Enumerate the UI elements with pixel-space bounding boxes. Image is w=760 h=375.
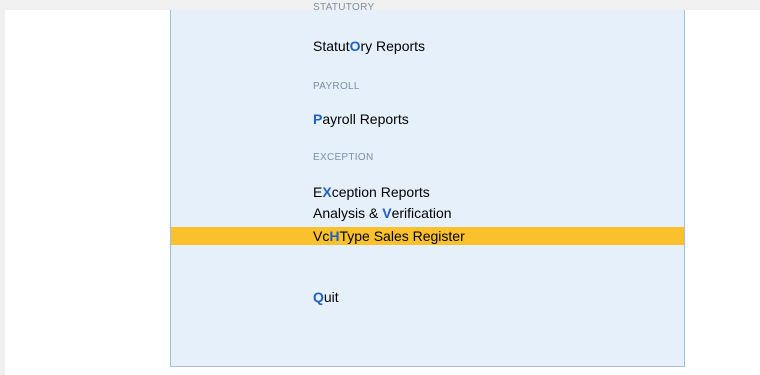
menu-item-statutory-reports[interactable]: StatutOry Reports: [171, 38, 684, 54]
section-header-payroll: PAYROLL: [313, 81, 360, 92]
menu-item-label: Type Sales Register: [339, 228, 465, 244]
menu-item-label: ception Reports: [331, 184, 430, 200]
hotkey-letter: P: [313, 111, 323, 127]
hotkey-letter: V: [382, 205, 392, 221]
menu-item-vchtype-sales-register[interactable]: VcHType Sales Register: [171, 227, 684, 245]
section-header-statutory: STATUTORY: [313, 2, 375, 13]
hotkey-letter: Q: [313, 289, 324, 305]
menu-item-quit[interactable]: Quit: [171, 289, 684, 305]
menu-item-label: ry Reports: [360, 38, 426, 54]
menu-item-analysis-verification[interactable]: Analysis & Verification: [171, 205, 684, 221]
menu-item-label: Analysis &: [313, 205, 383, 221]
menu-item-label: E: [313, 184, 323, 200]
menu-item-label: ayroll Reports: [322, 111, 409, 127]
menu-item-label: Vc: [313, 228, 330, 244]
menu-item-label: uit: [323, 289, 339, 305]
menu-item-payroll-reports[interactable]: Payroll Reports: [171, 111, 684, 127]
menu-item-exception-reports[interactable]: EXception Reports: [171, 184, 684, 200]
menu-item-label: erification: [391, 205, 452, 221]
hotkey-letter: O: [349, 38, 361, 54]
menu-item-label: Statut: [313, 38, 350, 54]
hotkey-letter: H: [329, 228, 340, 244]
section-header-exception: EXCEPTION: [313, 152, 374, 163]
hotkey-letter: X: [322, 184, 332, 200]
gateway-menu-panel: STATUTORY StatutOry Reports PAYROLL Payr…: [170, 2, 685, 367]
report-menu-screen: STATUTORY StatutOry Reports PAYROLL Payr…: [5, 2, 760, 375]
